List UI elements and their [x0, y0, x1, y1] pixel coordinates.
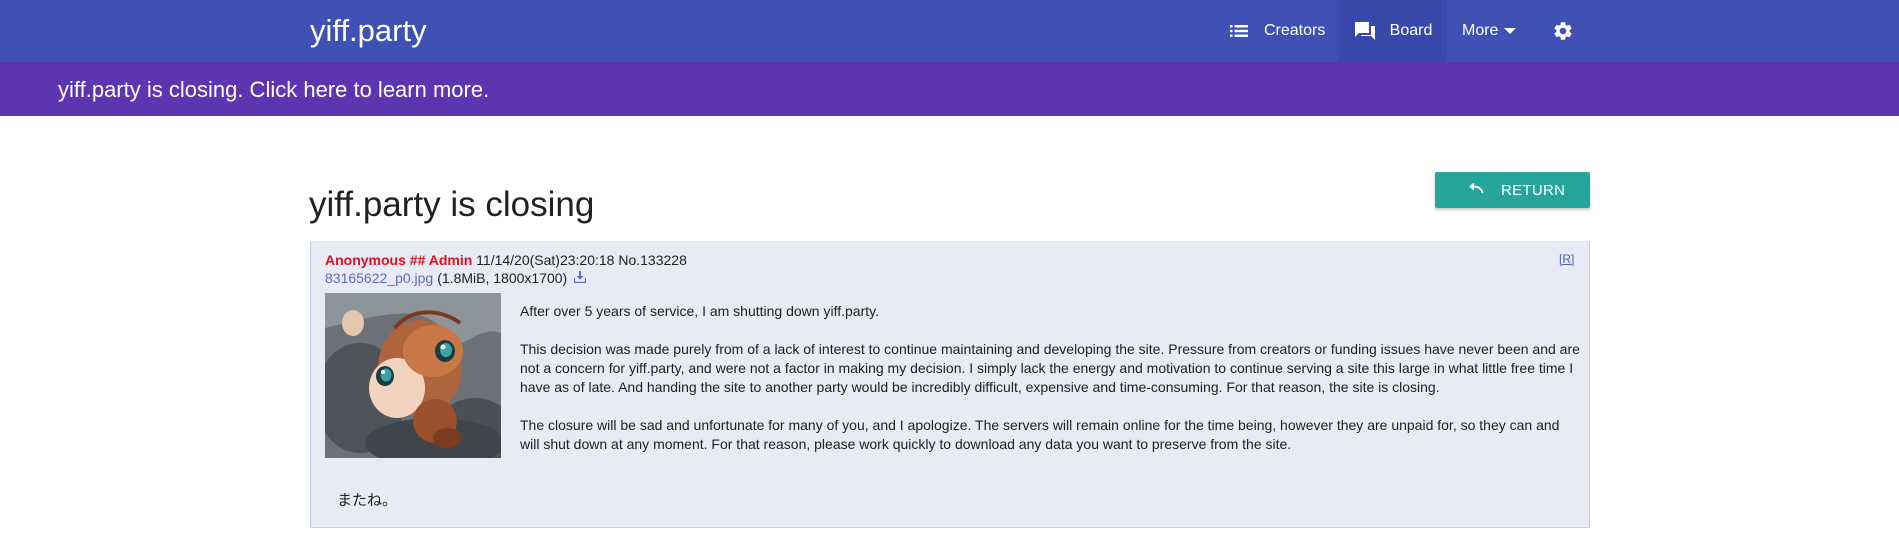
post-thumbnail[interactable] [325, 293, 501, 458]
forum-icon [1354, 21, 1376, 41]
post-paragraph: The closure will be sad and unfortunate … [520, 417, 1560, 452]
post-header: Anonymous ## Admin 11/14/20(Sat)23:20:18… [325, 252, 687, 269]
page-title: yiff.party is closing [309, 185, 595, 224]
nav-more-dropdown[interactable]: More [1462, 0, 1517, 62]
closing-banner: yiff.party is closing. Click here to lea… [0, 62, 1899, 116]
report-link[interactable]: [R] [1559, 252, 1574, 266]
undo-icon [1467, 182, 1485, 199]
return-button-label: RETURN [1501, 181, 1566, 199]
post-author: Anonymous ## Admin [325, 252, 473, 268]
nav-more-label: More [1462, 22, 1499, 39]
top-navbar: yiff.party Creators Board More [0, 0, 1899, 62]
nav-board[interactable]: Board [1339, 0, 1447, 62]
brand-logo-link[interactable]: yiff.party [310, 12, 427, 50]
settings-button[interactable] [1550, 0, 1576, 62]
gear-icon [1552, 20, 1574, 42]
nav-creators-label: Creators [1264, 22, 1326, 39]
post-paragraph: After over 5 years of service, I am shut… [520, 303, 879, 319]
file-link[interactable]: 83165622_p0.jpg [325, 270, 433, 287]
closing-banner-link[interactable]: yiff.party is closing. Click here to lea… [58, 77, 489, 103]
post-sign-off: またね。 [337, 491, 398, 509]
post-paragraph: This decision was made purely from of a … [520, 341, 1580, 395]
post-container: Anonymous ## Admin 11/14/20(Sat)23:20:18… [310, 241, 1590, 528]
return-button[interactable]: RETURN [1435, 172, 1590, 208]
download-icon[interactable] [574, 270, 587, 287]
file-info: (1.8MiB, 1800x1700) [437, 270, 568, 286]
caret-down-icon [1504, 28, 1517, 34]
list-icon [1230, 24, 1248, 38]
post-meta: 11/14/20(Sat)23:20:18 No.133228 [476, 252, 687, 268]
nav-creators[interactable]: Creators [1230, 0, 1325, 62]
file-line: 83165622_p0.jpg (1.8MiB, 1800x1700) [325, 270, 587, 287]
nav-board-label: Board [1389, 22, 1433, 39]
post-body: After over 5 years of service, I am shut… [520, 302, 1580, 473]
